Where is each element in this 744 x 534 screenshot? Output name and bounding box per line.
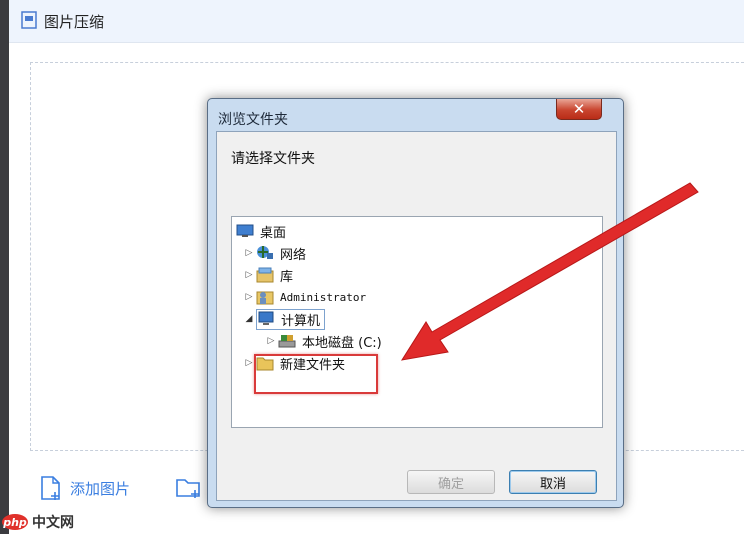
annotation-arrow <box>400 182 699 361</box>
